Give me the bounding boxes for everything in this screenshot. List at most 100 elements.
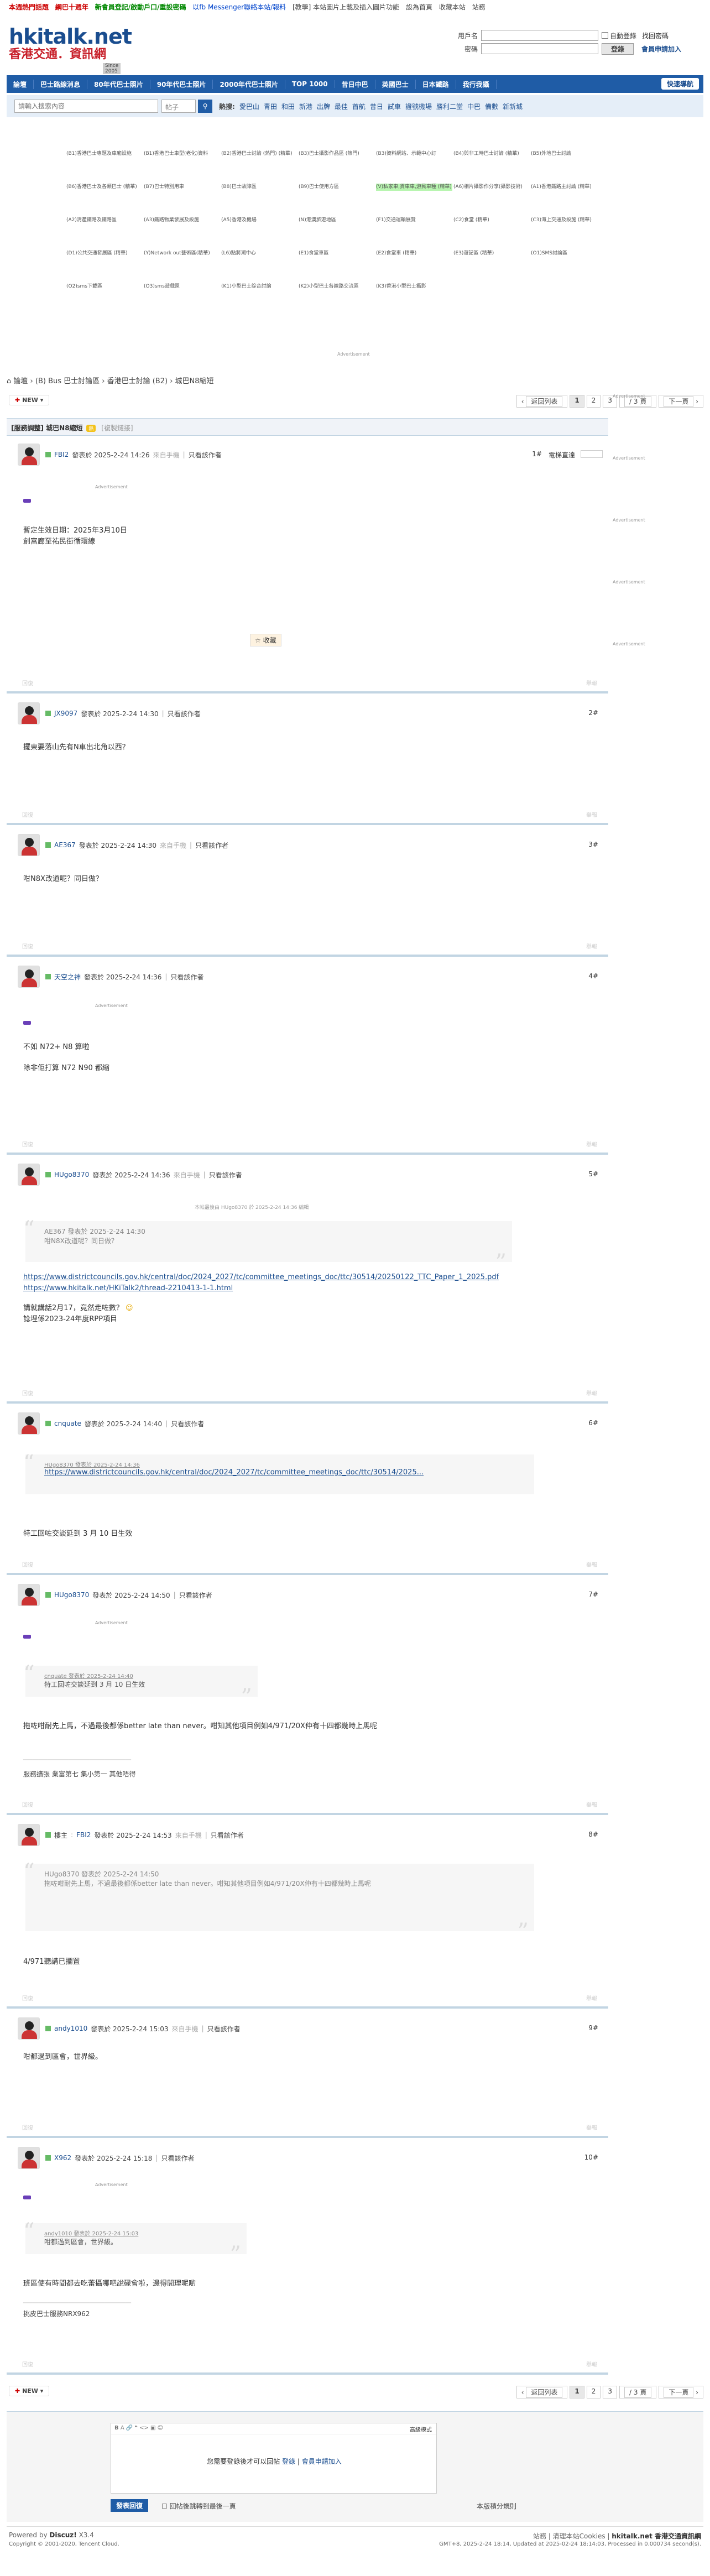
- forum-link[interactable]: (E1)食堂車區: [299, 250, 375, 257]
- topnav-link-10th[interactable]: 網巴十週年: [55, 3, 88, 11]
- post-author[interactable]: andy1010: [54, 2025, 87, 2032]
- avatar[interactable]: [18, 1164, 40, 1186]
- password-input[interactable]: [481, 43, 598, 54]
- nav-item-my-shots[interactable]: 我行我攝: [456, 79, 497, 89]
- copy-link-button[interactable]: [複製鏈接]: [101, 424, 133, 432]
- reply-icon[interactable]: 回復: [22, 1800, 33, 1808]
- post-floor[interactable]: 7#: [588, 1591, 598, 1598]
- forum-link[interactable]: (B8)巴士故障區: [221, 184, 297, 191]
- quick-nav-button[interactable]: 快速導航: [661, 78, 699, 90]
- report-icon[interactable]: 舉報: [586, 1800, 597, 1808]
- hot-search-item[interactable]: 出牌: [317, 102, 330, 111]
- post-floor[interactable]: 10#: [584, 2153, 598, 2161]
- breadcrumb-path[interactable]: 論壇 › (B) Bus 巴士討論區 › 香港巴士討論 (B2) › 城巴N8縮…: [13, 377, 213, 385]
- forum-link[interactable]: (F1)交通運輸展覽: [376, 217, 452, 224]
- page-1[interactable]: 1: [570, 2386, 584, 2398]
- nav-item-90s[interactable]: 90年代巴士照片: [150, 79, 213, 89]
- avatar[interactable]: [18, 1824, 40, 1846]
- forum-link[interactable]: (V)私家車,貨車車,游民車種 (精華): [376, 184, 452, 191]
- site-logo[interactable]: hkitalk.net 香港交通．資訊網 Since 2005: [9, 25, 132, 74]
- hot-search-item[interactable]: 新港: [299, 102, 312, 111]
- quote-header[interactable]: HUgo8370 發表於 2025-2-24 14:36: [33, 1460, 526, 1468]
- post-floor[interactable]: 8#: [588, 1831, 598, 1838]
- forum-link[interactable]: (B7)巴士特別用車: [144, 184, 220, 191]
- reply-icon[interactable]: 回復: [22, 2123, 33, 2131]
- report-icon[interactable]: 舉報: [586, 1140, 597, 1148]
- avatar[interactable]: [18, 1412, 40, 1435]
- favorite-button[interactable]: ☆ 收藏: [250, 634, 281, 646]
- post-author[interactable]: FBI2: [76, 1831, 91, 1839]
- only-author-link[interactable]: 只看該作者: [189, 450, 222, 460]
- search-icon[interactable]: ⚲: [198, 100, 212, 113]
- reply-icon[interactable]: 回復: [22, 1994, 33, 2002]
- image-icon[interactable]: ▣: [150, 2425, 155, 2431]
- submit-reply-button[interactable]: 發表回復: [111, 2499, 149, 2512]
- hot-search-item[interactable]: 勝利二堂: [436, 102, 463, 111]
- report-icon[interactable]: 舉報: [586, 810, 597, 818]
- forum-link[interactable]: (O3)sms遊戲區: [144, 283, 220, 290]
- quote-header[interactable]: cnquate 發表於 2025-2-24 14:40: [33, 1671, 250, 1680]
- forum-link[interactable]: (K3)香港小型巴士攝影: [376, 283, 452, 290]
- forum-link[interactable]: (A2)清產鐵路及鐵路區: [66, 217, 143, 224]
- forum-link[interactable]: (O1)SMS討論區: [531, 250, 607, 257]
- post-link[interactable]: https://www.hkitalk.net/HKiTalk2/thread-…: [23, 1284, 233, 1292]
- forgot-password-link[interactable]: 找回密碼: [642, 31, 669, 40]
- auto-login-checkbox[interactable]: [602, 32, 608, 39]
- reply-icon[interactable]: 回復: [22, 1140, 33, 1148]
- reply-icon[interactable]: 回復: [22, 679, 33, 687]
- topnav-link-hot[interactable]: 本週熱門話題: [9, 3, 49, 11]
- forum-link[interactable]: (B6)香港巴士及各類巴士 (精華): [66, 184, 143, 191]
- post-author[interactable]: AE367: [54, 841, 76, 849]
- avatar[interactable]: [18, 702, 40, 724]
- forum-link[interactable]: (B3)資料網站、示範中心訂: [376, 150, 452, 158]
- reply-login-link[interactable]: 登錄: [282, 2458, 295, 2465]
- forum-link[interactable]: (C2)食堂 (精華): [453, 217, 530, 224]
- forum-link[interactable]: (Y)Network out藝術區(精華): [144, 250, 220, 257]
- nav-item-old-cmb[interactable]: 昔日中巴: [335, 79, 375, 89]
- reply-icon[interactable]: 回復: [22, 942, 33, 950]
- nav-item-routes[interactable]: 巴士路線消息: [34, 79, 88, 89]
- login-button[interactable]: 登錄: [602, 43, 634, 55]
- hot-search-item[interactable]: 愛巴山: [239, 102, 259, 111]
- forum-link[interactable]: (O2)sms下載區: [66, 283, 143, 290]
- quote-text[interactable]: https://www.districtcouncils.gov.hk/cent…: [33, 1468, 526, 1477]
- report-icon[interactable]: 舉報: [586, 2123, 597, 2131]
- post-author[interactable]: FBI2: [54, 451, 69, 458]
- forum-link[interactable]: (E3)遊記區 (精華): [453, 250, 530, 257]
- reply-icon[interactable]: 回復: [22, 1560, 33, 1568]
- new-thread-button[interactable]: ✚ NEW ▾: [9, 395, 50, 405]
- forum-link[interactable]: (K2)小型巴士各線路交流區: [299, 283, 375, 290]
- nav-item-forum[interactable]: 論壇: [7, 79, 34, 89]
- forum-link[interactable]: (B2)香港巴士討論 (熱門) (精華): [221, 150, 297, 158]
- hot-search-item[interactable]: 最佳: [335, 102, 348, 111]
- hot-search-item[interactable]: 昔日: [370, 102, 383, 111]
- discuz-link[interactable]: Discuz!: [49, 2531, 76, 2539]
- nav-item-jp-rail[interactable]: 日本鐵路: [416, 79, 456, 89]
- forum-link[interactable]: (L6)點將潮中心: [221, 250, 297, 257]
- avatar[interactable]: [18, 444, 40, 466]
- topnav-link-homepage[interactable]: 設為首頁: [406, 3, 432, 11]
- post-floor[interactable]: 3#: [588, 841, 598, 848]
- forum-link[interactable]: (B9)巴士使用方區: [299, 184, 375, 191]
- post-author[interactable]: HUgo8370: [54, 1591, 89, 1599]
- hot-search-item[interactable]: 試車: [388, 102, 401, 111]
- back-to-list-button[interactable]: ‹ 返回列表: [516, 2386, 568, 2398]
- topnav-link-tutorial[interactable]: [教學] 本站圖片上載及插入圖片功能: [293, 3, 399, 11]
- post-floor[interactable]: 1#: [532, 450, 542, 458]
- nav-item-uk-bus[interactable]: 英國巴士: [375, 79, 416, 89]
- forum-link[interactable]: (A5)香港及機場: [221, 217, 297, 224]
- post-author[interactable]: X962: [54, 2154, 71, 2162]
- link-icon[interactable]: 🔗: [126, 2425, 133, 2431]
- hot-search-item[interactable]: 和田: [281, 102, 295, 111]
- bold-icon[interactable]: B: [114, 2425, 119, 2431]
- footer-links[interactable]: 站務 | 清理本站Cookies | hkitalk.net 香港交通資訊網: [533, 2531, 701, 2541]
- only-author-link[interactable]: 只看該作者: [207, 2024, 241, 2033]
- next-page-button[interactable]: 下一頁 ›: [659, 2386, 703, 2398]
- page-2[interactable]: 2: [586, 2386, 601, 2398]
- advanced-mode-link[interactable]: 高級模式: [410, 2425, 432, 2433]
- avatar[interactable]: [18, 2017, 40, 2040]
- forum-link[interactable]: (B3)巴士攝影作品區 (熱門): [299, 150, 375, 158]
- avatar[interactable]: [18, 966, 40, 988]
- quote-icon[interactable]: ❝: [134, 2425, 137, 2431]
- post-floor[interactable]: 6#: [588, 1419, 598, 1427]
